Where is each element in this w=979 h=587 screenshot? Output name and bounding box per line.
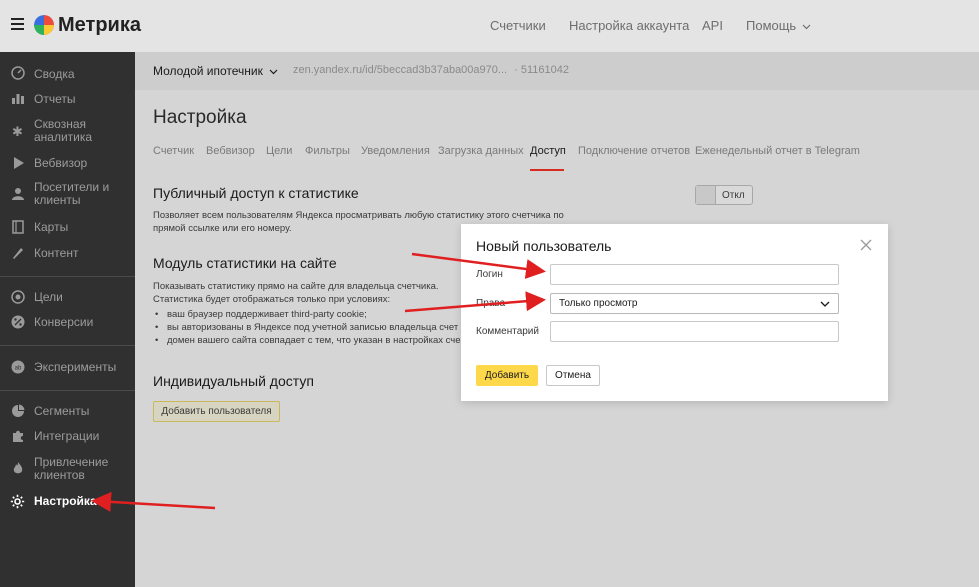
sidebar-item-label: Эксперименты — [34, 360, 117, 374]
tab-webvisor[interactable]: Вебвизор — [206, 145, 255, 157]
snowflake-icon: ✱ — [12, 124, 23, 139]
topnav-counters[interactable]: Счетчики — [490, 18, 546, 33]
list-item: вы авторизованы в Яндексе под учетной за… — [153, 321, 461, 334]
sidebar-item-label: Сквозная аналитика — [34, 117, 93, 144]
rights-select[interactable]: Только просмотр — [550, 293, 839, 314]
person-icon — [10, 187, 25, 202]
add-button[interactable]: Добавить — [476, 365, 538, 386]
toggle-knob — [696, 186, 716, 204]
pie-icon — [10, 404, 25, 419]
brand-name: Метрика — [58, 14, 141, 36]
login-label: Логин — [476, 269, 503, 280]
chevron-down-icon — [269, 69, 278, 75]
tab-telegram-report[interactable]: Еженедельный отчет в Telegram — [695, 145, 860, 157]
comment-label: Комментарий — [476, 326, 539, 337]
page-title: Настройка — [153, 107, 247, 128]
stats-module-conditions: ваш браузер поддерживает third-party coo… — [153, 308, 461, 347]
sidebar-item-label: Сводка — [34, 67, 75, 81]
sidebar-item-label: Контент — [34, 246, 79, 260]
close-icon[interactable] — [860, 238, 874, 252]
tab-report-connection[interactable]: Подключение отчетов — [578, 145, 690, 157]
sidebar-divider — [0, 276, 135, 277]
svg-text:ab: ab — [14, 366, 21, 372]
toggle-label: Откл — [722, 189, 745, 201]
top-bar: Метрика Счетчики Настройка аккаунта API … — [0, 0, 979, 52]
metrika-logo — [34, 15, 54, 35]
list-item: домен вашего сайта совпадает с тем, что … — [153, 334, 461, 347]
rights-label: Права — [476, 298, 506, 309]
tab-access[interactable]: Доступ — [530, 145, 566, 157]
sidebar-divider — [0, 390, 135, 391]
cancel-button[interactable]: Отмена — [546, 365, 600, 386]
chevron-down-icon — [802, 24, 811, 30]
topnav-help-label: Помощь — [746, 18, 797, 33]
individual-access-title: Индивидуальный доступ — [153, 373, 314, 389]
pencil-icon — [10, 246, 25, 261]
add-user-button[interactable]: Добавить пользователя — [153, 401, 280, 422]
flame-icon — [10, 461, 25, 476]
login-input[interactable] — [550, 264, 839, 285]
ab-icon: ab — [10, 360, 25, 375]
sidebar-item-label: Вебвизор — [34, 156, 88, 170]
menu-icon[interactable] — [11, 18, 24, 30]
public-access-title: Публичный доступ к статистике — [153, 185, 359, 201]
percent-icon — [10, 315, 25, 330]
public-access-toggle[interactable]: Откл — [695, 185, 753, 205]
counter-name: Молодой ипотечник — [153, 64, 263, 78]
sidebar-item-label: Отчеты — [34, 92, 76, 106]
sidebar-item-label: Сегменты — [34, 404, 90, 418]
sidebar-item-label: Интеграции — [34, 429, 100, 443]
counter-url: zen.yandex.ru/id/5beccad3b37aba00a970...… — [293, 64, 569, 76]
sidebar-item-label: Привлечение клиентов — [34, 455, 109, 482]
gauge-icon — [10, 66, 25, 81]
stats-module-title: Модуль статистики на сайте — [153, 255, 337, 271]
sidebar-item-label: Посетители и клиенты — [34, 180, 110, 207]
bar-chart-icon — [10, 91, 25, 106]
topnav-account-settings[interactable]: Настройка аккаунта — [569, 18, 689, 33]
sidebar: Сводка Отчеты ✱ Сквозная аналитика Вебви… — [0, 52, 135, 587]
tab-notifications[interactable]: Уведомления — [361, 145, 430, 157]
counter-id: · 51161042 — [514, 64, 569, 76]
chevron-down-icon — [820, 301, 830, 307]
counter-selector[interactable]: Молодой ипотечник — [153, 64, 278, 78]
topnav-help[interactable]: Помощь — [746, 18, 811, 33]
rights-select-value: Только просмотр — [559, 298, 638, 309]
target-icon — [10, 290, 25, 305]
topnav-api[interactable]: API — [702, 18, 723, 33]
sidebar-item-label: Конверсии — [34, 315, 94, 329]
comment-input[interactable] — [550, 321, 839, 342]
sidebar-divider — [0, 345, 135, 346]
modal-title: Новый пользователь — [476, 238, 612, 254]
public-access-description-line: Позволяет всем пользователям Яндекса про… — [153, 210, 564, 221]
sidebar-item-label: Карты — [34, 220, 69, 234]
tab-counter[interactable]: Счетчик — [153, 145, 194, 157]
counter-bar: Молодой ипотечник zen.yandex.ru/id/5becc… — [135, 52, 979, 90]
gear-icon — [10, 494, 25, 509]
tab-goals[interactable]: Цели — [266, 145, 292, 157]
play-icon — [10, 156, 25, 171]
map-icon — [10, 220, 25, 235]
sidebar-item-label: Настройка — [34, 494, 97, 508]
puzzle-icon — [10, 429, 25, 444]
active-tab-indicator — [530, 169, 564, 171]
list-item: ваш браузер поддерживает third-party coo… — [153, 308, 461, 321]
counter-url-text: zen.yandex.ru/id/5beccad3b37aba00a970... — [293, 64, 508, 76]
sidebar-item-label: Цели — [34, 290, 63, 304]
tab-filters[interactable]: Фильтры — [305, 145, 350, 157]
new-user-modal: Новый пользователь Логин Права Только пр… — [461, 224, 888, 401]
tab-data-upload[interactable]: Загрузка данных — [438, 145, 524, 157]
